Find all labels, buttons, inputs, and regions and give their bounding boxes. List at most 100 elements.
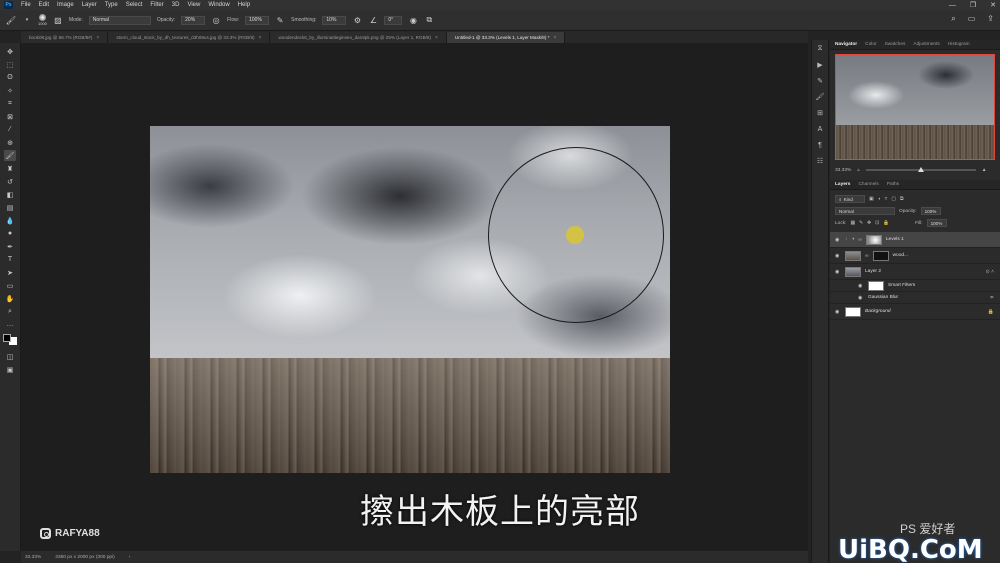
lock-all-icon[interactable]: 🔒 bbox=[883, 221, 889, 226]
character-icon[interactable]: A bbox=[815, 124, 825, 134]
zoom-slider-handle[interactable] bbox=[917, 167, 924, 172]
close-icon[interactable]: ✕ bbox=[990, 1, 996, 9]
layer-background[interactable]: ◉ Background 🔒 bbox=[830, 304, 1000, 320]
menu-view[interactable]: View bbox=[187, 2, 200, 8]
layer-mask-thumbnail[interactable] bbox=[872, 250, 889, 261]
hand-tool-icon[interactable]: ✋ bbox=[4, 293, 16, 304]
blend-mode-select[interactable]: Normal bbox=[835, 207, 895, 215]
layer-thumbnail[interactable] bbox=[845, 250, 861, 261]
tab-swatches[interactable]: Swatches bbox=[885, 42, 906, 47]
gear-icon[interactable]: ⚙ bbox=[352, 15, 362, 25]
filter-smart-object-icon[interactable]: ⧉ bbox=[900, 196, 903, 202]
link-icon[interactable]: ∞ bbox=[858, 237, 862, 243]
menu-filter[interactable]: Filter bbox=[150, 2, 163, 8]
layer-opacity-field[interactable]: 100% bbox=[920, 207, 941, 215]
tab-navigator[interactable]: Navigator bbox=[835, 42, 857, 47]
lasso-tool-icon[interactable]: ʘ bbox=[4, 72, 16, 83]
close-icon[interactable]: × bbox=[259, 35, 262, 41]
brush-preset-picker[interactable]: 1000 bbox=[38, 14, 47, 26]
eye-icon[interactable]: ◉ bbox=[858, 295, 864, 301]
shape-tool-icon[interactable]: ▭ bbox=[4, 280, 16, 291]
properties-icon[interactable]: ☷ bbox=[815, 156, 825, 166]
tab-untitled-1[interactable]: Untitled-1 @ 33.3% (Levels 1, Layer Mask… bbox=[446, 32, 566, 43]
zoom-level[interactable]: 33.33% bbox=[25, 555, 41, 560]
eyedropper-tool-icon[interactable]: ⁄ bbox=[4, 124, 16, 135]
navigator-preview[interactable] bbox=[835, 54, 995, 160]
navigator-zoom-value[interactable]: 33.33% bbox=[835, 168, 851, 173]
close-icon[interactable]: × bbox=[96, 35, 99, 41]
brush-settings-icon[interactable]: ✎ bbox=[815, 76, 825, 86]
color-swatches[interactable] bbox=[3, 334, 17, 345]
zoom-slider[interactable] bbox=[865, 167, 976, 172]
lock-transparent-icon[interactable]: ▦ bbox=[850, 221, 855, 226]
eye-icon[interactable]: ◉ bbox=[835, 237, 841, 243]
clone-source-icon[interactable]: ⊞ bbox=[815, 108, 825, 118]
lock-icon[interactable]: 🔒 bbox=[988, 309, 994, 315]
filter-pixel-icon[interactable]: ▣ bbox=[869, 197, 874, 202]
brush-tool-icon[interactable]: 🖌 bbox=[6, 15, 16, 25]
pressure-opacity-icon[interactable]: ◎ bbox=[211, 15, 221, 25]
eraser-tool-icon[interactable]: ◧ bbox=[4, 189, 16, 200]
chevron-down-icon[interactable]: ▾ bbox=[22, 15, 32, 25]
smoothing-field[interactable]: 10% bbox=[322, 15, 347, 25]
history-brush-tool-icon[interactable]: ↺ bbox=[4, 176, 16, 187]
layer-mask-thumbnail[interactable] bbox=[865, 234, 882, 245]
quick-mask-icon[interactable]: ◫ bbox=[4, 351, 16, 362]
menu-edit[interactable]: Edit bbox=[39, 2, 49, 8]
zoom-in-icon[interactable]: ▲ bbox=[982, 168, 987, 173]
move-tool-icon[interactable]: ✥ bbox=[4, 46, 16, 57]
zoom-out-icon[interactable]: ▵ bbox=[857, 168, 859, 173]
quick-select-tool-icon[interactable]: ✧ bbox=[4, 85, 16, 96]
healing-brush-tool-icon[interactable]: ⊕ bbox=[4, 137, 16, 148]
opacity-field[interactable]: 20% bbox=[181, 15, 206, 25]
clone-stamp-tool-icon[interactable]: ♜ bbox=[4, 163, 16, 174]
menu-help[interactable]: Help bbox=[238, 2, 250, 8]
fill-field[interactable]: 100% bbox=[926, 219, 947, 227]
share-icon[interactable]: ⇪ bbox=[987, 14, 994, 24]
tab-layers[interactable]: Layers bbox=[835, 182, 850, 187]
menu-window[interactable]: Window bbox=[208, 2, 229, 8]
layer-2[interactable]: ◉ Layer 2 ⊙ ˄ bbox=[830, 264, 1000, 280]
lock-pixels-icon[interactable]: ✎ bbox=[859, 221, 863, 226]
close-icon[interactable]: × bbox=[435, 35, 438, 41]
maximize-icon[interactable]: ❐ bbox=[970, 1, 976, 9]
eye-icon[interactable]: ◉ bbox=[835, 269, 841, 275]
link-icon[interactable]: ∞ bbox=[865, 253, 869, 259]
mode-select[interactable]: Normal bbox=[88, 15, 151, 25]
tab-channels[interactable]: Channels bbox=[858, 182, 878, 187]
layer-levels-1[interactable]: ◉ ↓ ◑ ∞ Levels 1 bbox=[830, 232, 1000, 248]
eye-icon[interactable]: ◉ bbox=[835, 253, 841, 259]
lock-position-icon[interactable]: ✥ bbox=[867, 221, 871, 226]
dodge-tool-icon[interactable]: ● bbox=[4, 228, 16, 239]
history-icon[interactable]: ⧖ bbox=[815, 44, 825, 54]
paragraph-icon[interactable]: ¶ bbox=[815, 140, 825, 150]
layer-thumbnail[interactable] bbox=[845, 266, 861, 277]
layer-smart-filters[interactable]: ◉ Smart Filters bbox=[830, 280, 1000, 292]
minimize-icon[interactable]: — bbox=[949, 2, 956, 9]
symmetry-icon[interactable]: ⧉ bbox=[424, 15, 434, 25]
pen-tool-icon[interactable]: ✒ bbox=[4, 241, 16, 252]
smart-filter-mask-thumbnail[interactable] bbox=[868, 280, 884, 291]
eye-icon[interactable]: ◉ bbox=[835, 309, 841, 315]
menu-image[interactable]: Image bbox=[57, 2, 74, 8]
brush-settings-icon[interactable]: ▨ bbox=[53, 15, 63, 25]
path-selection-tool-icon[interactable]: ➤ bbox=[4, 267, 16, 278]
pressure-size-icon[interactable]: ◉ bbox=[408, 15, 418, 25]
layer-wood[interactable]: ◉ ∞ wood... bbox=[830, 248, 1000, 264]
chevron-right-icon[interactable]: › bbox=[129, 555, 131, 560]
eye-icon[interactable]: ◉ bbox=[858, 283, 864, 289]
tab-adjustments[interactable]: Adjustments bbox=[913, 42, 939, 47]
gradient-tool-icon[interactable]: ▤ bbox=[4, 202, 16, 213]
filter-adjustment-icon[interactable]: ◑ bbox=[878, 197, 881, 202]
blur-tool-icon[interactable]: 💧 bbox=[4, 215, 16, 226]
close-icon[interactable]: × bbox=[553, 35, 556, 41]
layer-filter-kind[interactable]: ⌕ Kind bbox=[835, 195, 865, 203]
filter-options-icon[interactable]: ≑ bbox=[990, 295, 994, 301]
angle-field[interactable]: 0° bbox=[384, 15, 403, 25]
menu-layer[interactable]: Layer bbox=[82, 2, 97, 8]
tab-color[interactable]: Color bbox=[865, 42, 876, 47]
foreground-color-swatch[interactable] bbox=[3, 334, 11, 342]
zoom-tool-icon[interactable]: ⌕ bbox=[4, 306, 16, 317]
menu-3d[interactable]: 3D bbox=[172, 2, 180, 8]
filter-shape-icon[interactable]: ▢ bbox=[891, 197, 896, 202]
